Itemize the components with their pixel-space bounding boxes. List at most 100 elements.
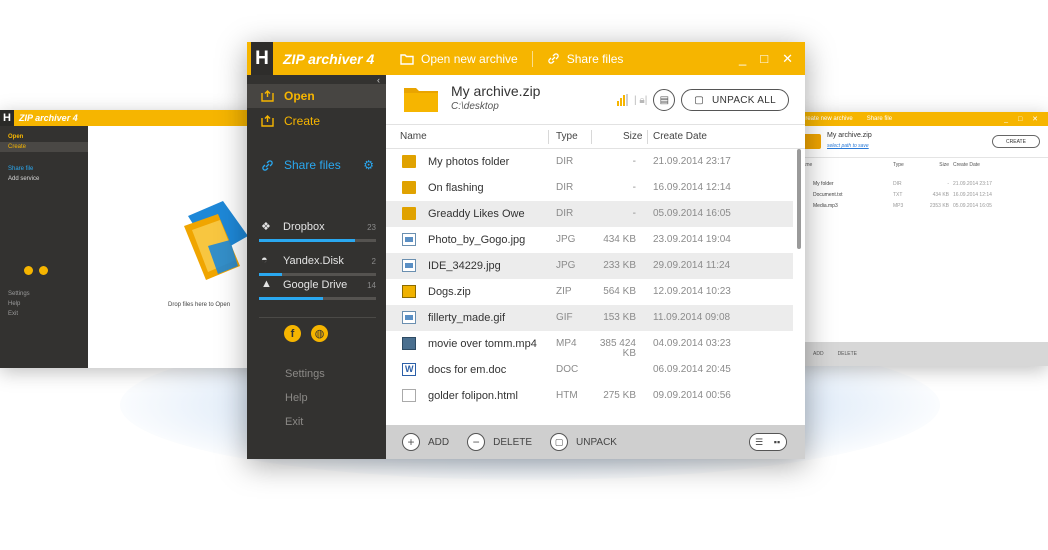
file-name: fillerty_made.gif: [428, 312, 506, 324]
file-date: 06.09.2014 20:45: [653, 364, 731, 375]
file-list: My photos folder DIR - 21.09.2014 23:17 On f…: [386, 149, 793, 455]
bg-right-create-new: Create new archive: [801, 116, 853, 122]
file-type: DIR: [556, 182, 574, 193]
bg-left-logo: H: [0, 110, 14, 126]
bg-left-help: Help: [8, 301, 21, 307]
file-date: 12.09.2014 10:23: [653, 286, 731, 297]
file-row[interactable]: My photos folder DIR - 21.09.2014 23:17: [386, 149, 793, 175]
bg-right-col-size: Size: [939, 162, 949, 168]
background-window-right: Create new archive Share file _ □ ✕ My a…: [795, 112, 1048, 366]
bg-left-open: Open: [8, 134, 24, 140]
file-type: DIR: [556, 156, 574, 167]
file-size: 153 KB: [603, 312, 636, 323]
sidebar-help[interactable]: Help: [285, 392, 308, 404]
lock-icon[interactable]: | 🔒︎|: [634, 95, 647, 106]
main-window: H ZIP archiver 4 Open new archive Share …: [247, 42, 805, 459]
plus-icon: +: [402, 433, 420, 451]
service-count: 14: [367, 281, 376, 290]
bg-right-create-button: CREATE: [992, 135, 1040, 148]
facebook-icon: [24, 266, 33, 275]
file-row[interactable]: IDE_34229.jpg JPG 233 KB 29.09.2014 11:24: [386, 253, 793, 279]
open-new-archive-button[interactable]: Open new archive: [386, 42, 532, 75]
service-dropbox[interactable]: ❖ Dropbox 23: [247, 217, 386, 247]
col-name[interactable]: Name: [400, 131, 427, 142]
content-pane: My archive.zip C:\desktop | 🔒︎| ▤ ▢ UNPA…: [386, 75, 805, 459]
folder-icon: [402, 155, 416, 168]
unpack-label: UNPACK: [576, 436, 617, 448]
scrollbar[interactable]: [797, 149, 801, 249]
sidebar-exit[interactable]: Exit: [285, 416, 303, 428]
file-name: golder folipon.html: [428, 390, 518, 402]
file-row[interactable]: On flashing DIR - 16.09.2014 12:14: [386, 175, 793, 201]
file-row[interactable]: golder folipon.html HTM 275 KB 09.09.2014 0…: [386, 383, 793, 409]
bg-right-archive-name: My archive.zip: [827, 132, 872, 139]
minimize-icon[interactable]: _: [739, 51, 746, 66]
file-row[interactable]: docs for em.doc DOC 06.09.2014 20:45: [386, 357, 793, 383]
minus-icon: −: [467, 433, 486, 451]
bg-right-add: ADD: [813, 351, 824, 357]
bg-left-settings: Settings: [8, 291, 30, 297]
app-title: ZIP archiver 4: [283, 50, 375, 67]
image-file-icon: [402, 259, 416, 272]
zip-file-icon: [402, 285, 416, 298]
file-name: My photos folder: [428, 156, 510, 168]
sidebar-item-create[interactable]: Create: [247, 109, 386, 133]
file-name: Dogs.zip: [428, 286, 471, 298]
column-header: Name Type Size Create Date: [386, 125, 805, 149]
facebook-icon[interactable]: f: [284, 325, 301, 342]
sidebar-create-label: Create: [284, 114, 321, 128]
unpack-button[interactable]: ▢ UNPACK: [550, 433, 617, 451]
service-usage-bar: [259, 297, 376, 300]
col-divider: [591, 130, 592, 144]
col-date[interactable]: Create Date: [653, 131, 707, 142]
service-google-drive[interactable]: ▲ Google Drive 14: [247, 275, 386, 305]
bg-right-col-name: Name: [799, 162, 813, 168]
open-new-archive-label: Open new archive: [421, 51, 518, 66]
service-usage-fill: [259, 297, 324, 300]
share-settings-gear-icon[interactable]: ⚙: [363, 158, 374, 172]
social-links: f ◍: [284, 325, 328, 342]
dropbox-icon: ❖: [261, 221, 271, 233]
compression-level-icon[interactable]: [617, 94, 628, 106]
add-button[interactable]: + ADD: [402, 433, 449, 451]
file-name: IDE_34229.jpg: [428, 260, 501, 272]
sidebar-item-share-files[interactable]: Share files ⚙: [247, 153, 386, 177]
archive-folder-icon: [404, 88, 438, 112]
bg-left-add-service: Add service: [8, 176, 40, 182]
close-icon[interactable]: ✕: [782, 51, 793, 67]
col-size[interactable]: Size: [623, 131, 642, 142]
maximize-icon[interactable]: □: [760, 51, 768, 66]
unpack-all-label: UNPACK ALL: [712, 94, 776, 106]
file-name: Photo_by_Gogo.jpg: [428, 234, 526, 246]
service-name: Dropbox: [283, 221, 325, 233]
service-name: Yandex.Disk: [283, 255, 344, 267]
window-controls: _ □ ✕: [739, 51, 793, 67]
add-label: ADD: [428, 436, 450, 448]
file-type: DOC: [556, 364, 579, 375]
file-row[interactable]: Greaddy Likes Owe DIR - 05.09.2014 16:05: [386, 201, 793, 227]
sidebar-settings[interactable]: Settings: [285, 368, 325, 380]
file-row[interactable]: fillerty_made.gif GIF 153 KB 11.09.2014 09:…: [386, 305, 793, 331]
archive-info-button[interactable]: ▤: [653, 89, 676, 111]
grid-view-icon[interactable]: ▪▪: [768, 434, 786, 450]
share-files-button[interactable]: Share files: [533, 42, 638, 75]
file-row[interactable]: Photo_by_Gogo.jpg JPG 434 KB 23.09.2014 19:…: [386, 227, 793, 253]
unpack-all-button[interactable]: ▢ UNPACK ALL: [681, 89, 789, 111]
archive-path: C:\desktop: [451, 101, 499, 112]
folder-icon: [402, 181, 416, 194]
share-link-icon: [262, 159, 273, 171]
delete-button[interactable]: − DELETE: [467, 433, 532, 451]
file-type: MP4: [556, 338, 577, 349]
file-row[interactable]: Dogs.zip ZIP 564 KB 12.09.2014 10:23: [386, 279, 793, 305]
file-size: 564 KB: [603, 286, 636, 297]
file-row[interactable]: movie over tomm.mp4 MP4 385 424 KB 04.09.201…: [386, 331, 793, 359]
bg-right-window-controls: _ □ ✕: [1004, 116, 1042, 123]
link-icon: [548, 53, 559, 64]
globe-icon[interactable]: ◍: [311, 325, 328, 342]
file-name: On flashing: [428, 182, 484, 194]
file-type: JPG: [556, 260, 576, 271]
sidebar-item-open[interactable]: Open: [247, 84, 386, 108]
col-type[interactable]: Type: [556, 131, 578, 142]
drop-folder-illustration: [184, 201, 248, 280]
list-view-icon[interactable]: ☰: [750, 434, 768, 450]
